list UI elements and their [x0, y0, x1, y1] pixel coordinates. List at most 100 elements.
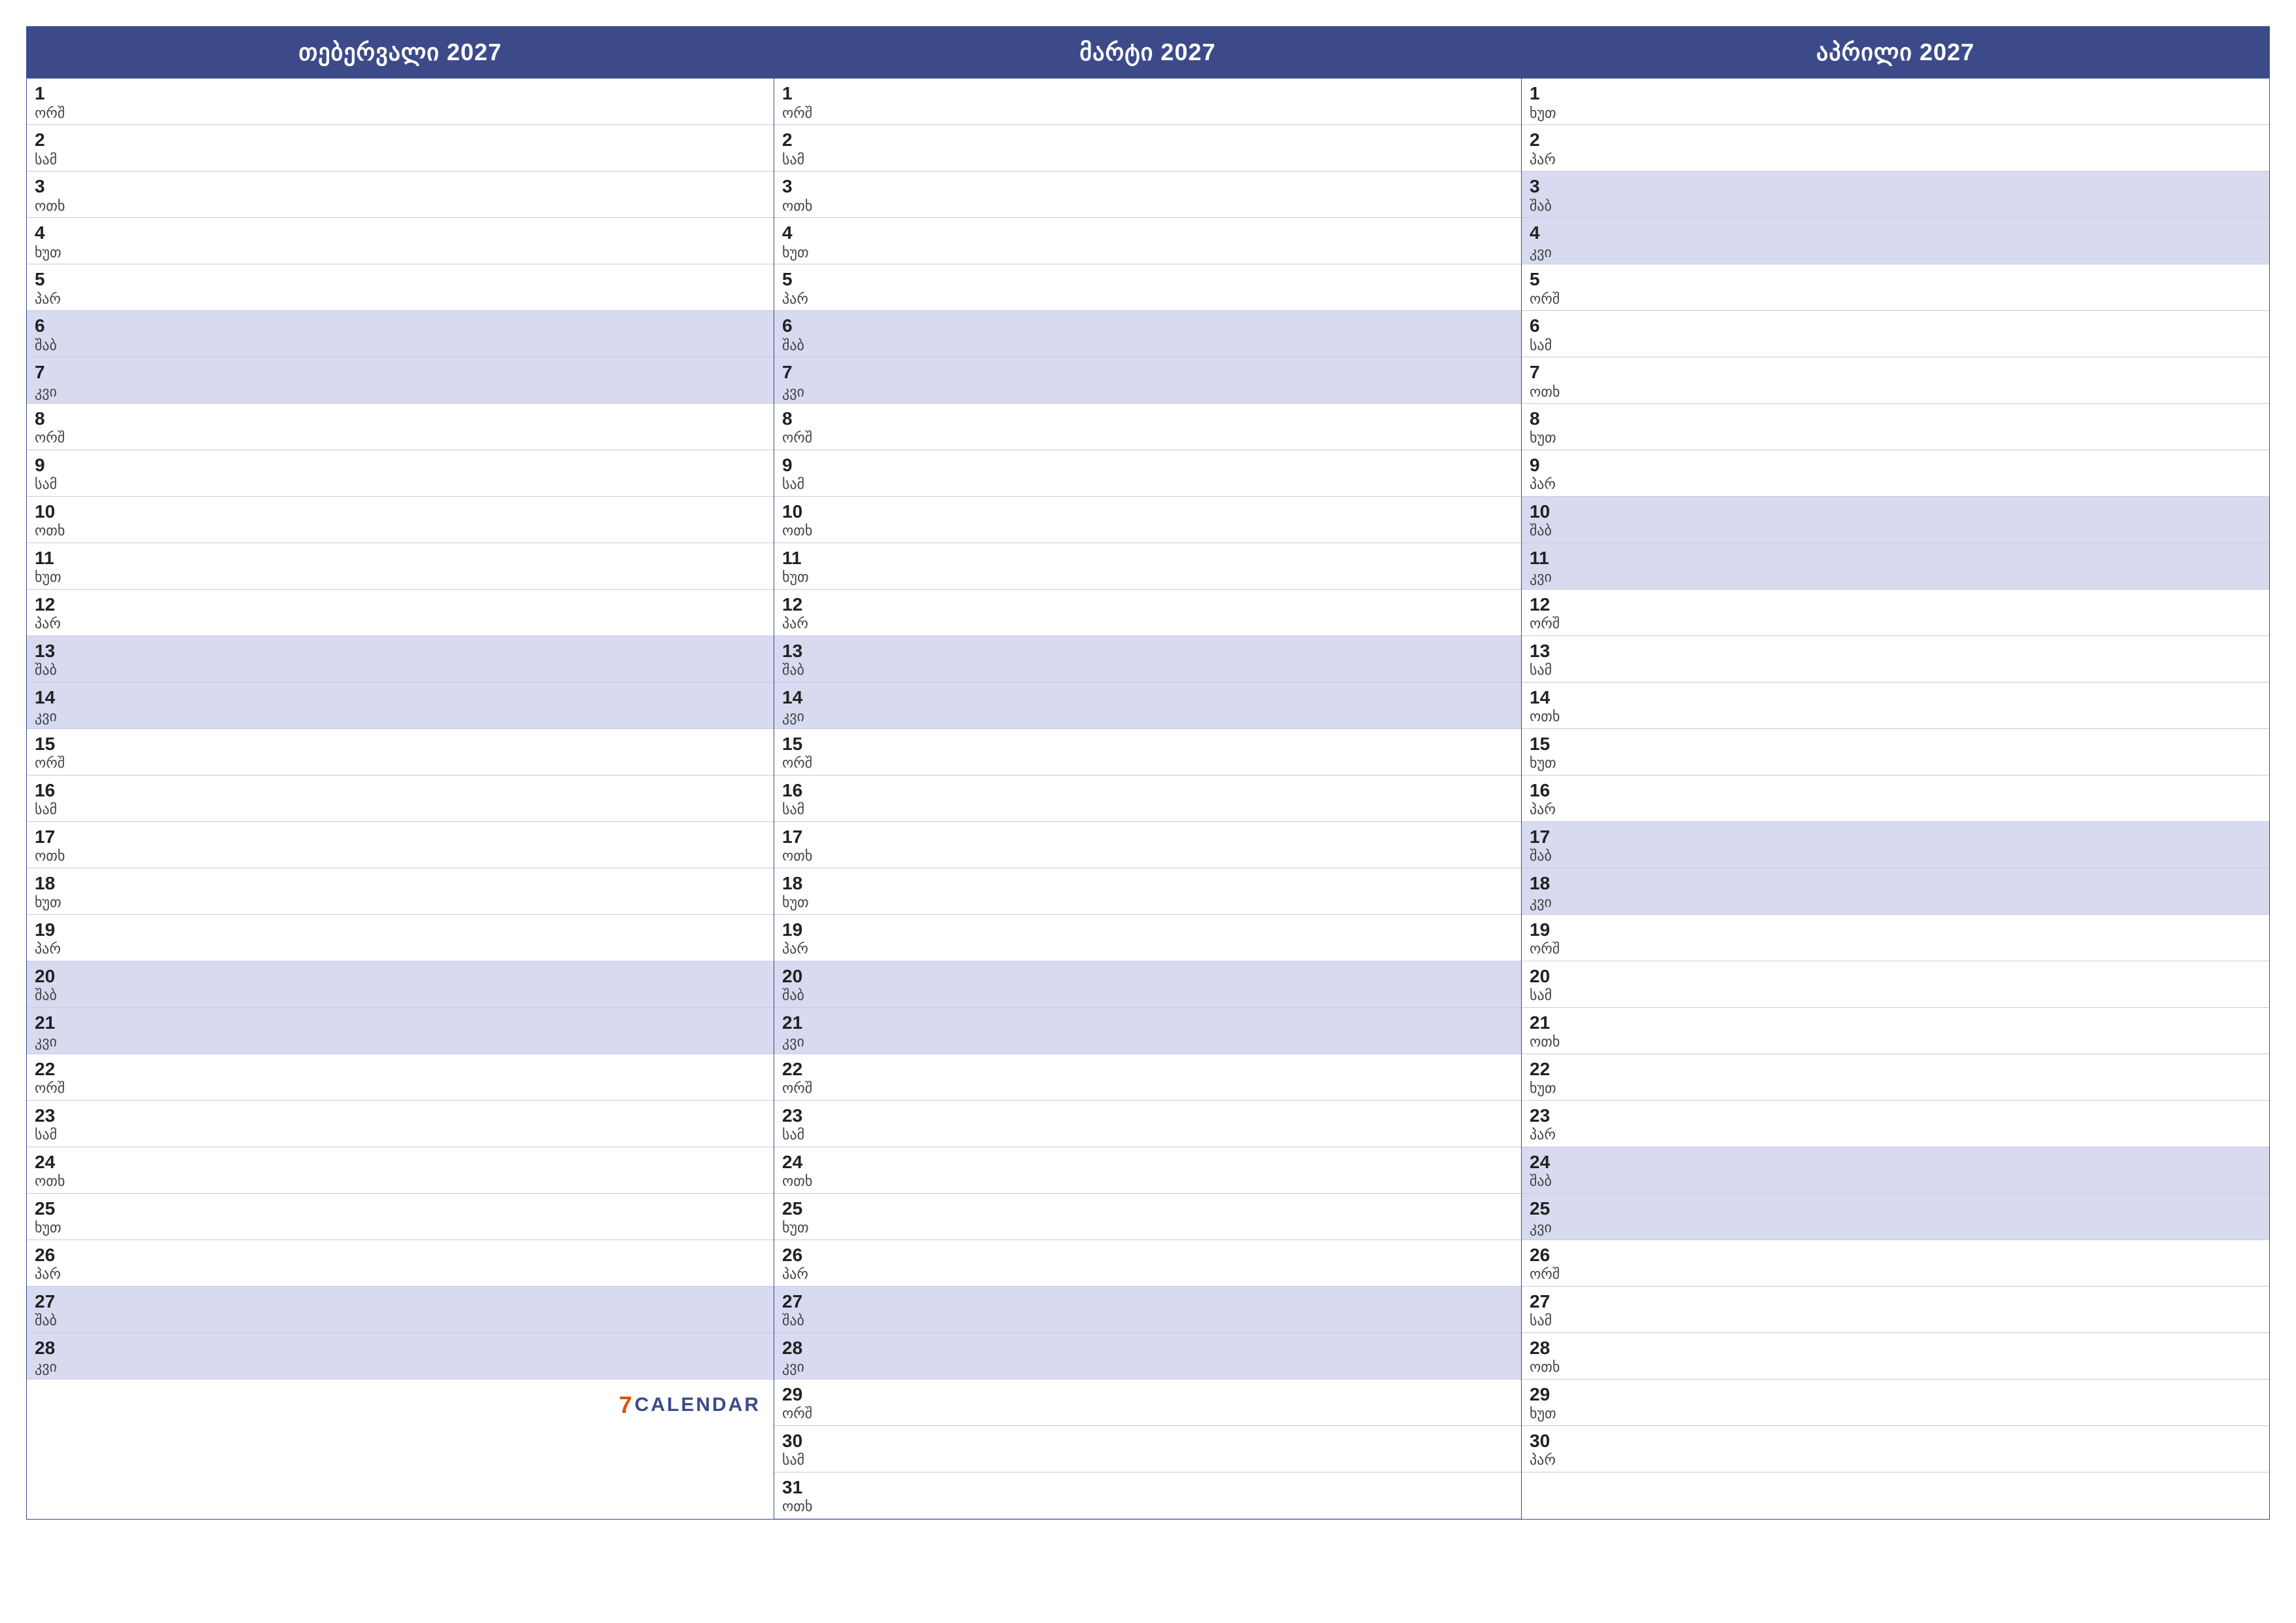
day-name: სამ [35, 801, 766, 818]
day-row: 12პარ [774, 590, 1521, 636]
day-name: ოთხ [35, 198, 766, 215]
day-name: ორშ [782, 1080, 1513, 1097]
day-number: 16 [35, 779, 766, 802]
day-number: 4 [1530, 222, 2261, 244]
day-name: კვი [1530, 1219, 2261, 1236]
day-row: 8ხუთ [1522, 404, 2269, 450]
day-name: პარ [1530, 151, 2261, 168]
day-number: 12 [35, 594, 766, 616]
day-name: პარ [35, 291, 766, 308]
day-row: 13შაბ [27, 636, 774, 683]
day-name: სამ [782, 1452, 1513, 1469]
day-name: შაბ [1530, 1173, 2261, 1190]
day-number: 25 [35, 1198, 766, 1220]
day-number: 25 [782, 1198, 1513, 1220]
day-number: 7 [1530, 361, 2261, 383]
day-name: ოთხ [782, 1498, 1513, 1515]
logo-text: CALENDAR [635, 1394, 761, 1416]
month-column-mar: მარტი 20271ორშ2სამ3ოთხ4ხუთ5პარ6შაბ7კვი8ო… [774, 27, 1522, 1519]
day-name: ხუთ [35, 894, 766, 911]
day-name: ოთხ [782, 1173, 1513, 1190]
day-name: ოთხ [35, 1173, 766, 1190]
day-name: შაბ [35, 987, 766, 1004]
day-row: 11ხუთ [27, 543, 774, 590]
day-number: 26 [782, 1244, 1513, 1266]
day-number: 16 [1530, 779, 2261, 802]
day-name: ორშ [782, 755, 1513, 772]
day-row: 26პარ [27, 1240, 774, 1287]
day-row: 5პარ [774, 264, 1521, 311]
day-number: 17 [782, 826, 1513, 848]
day-number: 12 [782, 594, 1513, 616]
day-row: 23სამ [27, 1101, 774, 1147]
day-row: 8ორშ [774, 404, 1521, 450]
day-number: 2 [782, 129, 1513, 151]
day-row: 10შაბ [1522, 497, 2269, 543]
day-row: 14კვი [774, 683, 1521, 729]
day-number: 25 [1530, 1198, 2261, 1220]
day-number: 11 [1530, 547, 2261, 569]
day-row: 29ხუთ [1522, 1380, 2269, 1426]
day-number: 27 [1530, 1291, 2261, 1313]
day-name: ხუთ [1530, 1405, 2261, 1422]
day-number: 18 [782, 872, 1513, 895]
day-name: ხუთ [782, 569, 1513, 586]
day-number: 11 [782, 547, 1513, 569]
day-number: 10 [35, 501, 766, 523]
day-number: 23 [1530, 1105, 2261, 1127]
day-row: 13შაბ [774, 636, 1521, 683]
day-name: პარ [1530, 1452, 2261, 1469]
day-row: 30სამ [774, 1426, 1521, 1472]
day-row: 15ორშ [27, 729, 774, 776]
day-row: 7კვი [774, 357, 1521, 404]
day-number: 30 [782, 1430, 1513, 1452]
day-name: პარ [1530, 1126, 2261, 1143]
day-row: 25ხუთ [774, 1194, 1521, 1240]
day-name: ორშ [1530, 1266, 2261, 1283]
day-row: 16პარ [1522, 776, 2269, 822]
logo-number: 7 [619, 1391, 632, 1419]
day-number: 3 [1530, 175, 2261, 198]
day-number: 6 [1530, 315, 2261, 337]
day-row: 4ხუთ [27, 218, 774, 264]
day-number: 10 [782, 501, 1513, 523]
day-number: 9 [782, 454, 1513, 476]
day-number: 6 [35, 315, 766, 337]
day-name: ორშ [782, 429, 1513, 446]
day-row: 5ორშ [1522, 264, 2269, 311]
day-name: ოთხ [1530, 383, 2261, 401]
day-name: სამ [782, 801, 1513, 818]
day-row: 20შაბ [774, 961, 1521, 1008]
day-number: 8 [35, 408, 766, 430]
day-number: 21 [35, 1012, 766, 1034]
day-name: ოთხ [35, 522, 766, 539]
day-number: 8 [782, 408, 1513, 430]
day-number: 11 [35, 547, 766, 569]
month-column-apr: აპრილი 20271ხუთ2პარ3შაბ4კვი5ორშ6სამ7ოთხ8… [1522, 27, 2269, 1519]
month-header-apr: აპრილი 2027 [1522, 27, 2269, 79]
day-number: 3 [35, 175, 766, 198]
day-row: 14კვი [27, 683, 774, 729]
day-name: ორშ [35, 429, 766, 446]
day-name: ორშ [1530, 615, 2261, 632]
day-name: ორშ [35, 755, 766, 772]
day-number: 3 [782, 175, 1513, 198]
day-name: კვი [1530, 569, 2261, 586]
day-number: 27 [35, 1291, 766, 1313]
day-row: 27შაბ [27, 1287, 774, 1333]
day-row: 16სამ [774, 776, 1521, 822]
day-name: შაბ [1530, 198, 2261, 215]
day-number: 7 [35, 361, 766, 383]
day-number: 20 [782, 965, 1513, 988]
day-number: 5 [1530, 268, 2261, 291]
day-number: 14 [782, 687, 1513, 709]
day-row: 1ორშ [774, 79, 1521, 125]
day-number: 28 [782, 1337, 1513, 1359]
day-name: ორშ [35, 105, 766, 122]
day-row: 7კვი [27, 357, 774, 404]
day-row: 4ხუთ [774, 218, 1521, 264]
day-row: 28კვი [27, 1333, 774, 1380]
day-name: შაბ [782, 987, 1513, 1004]
day-row: 3შაბ [1522, 171, 2269, 218]
day-number: 4 [35, 222, 766, 244]
